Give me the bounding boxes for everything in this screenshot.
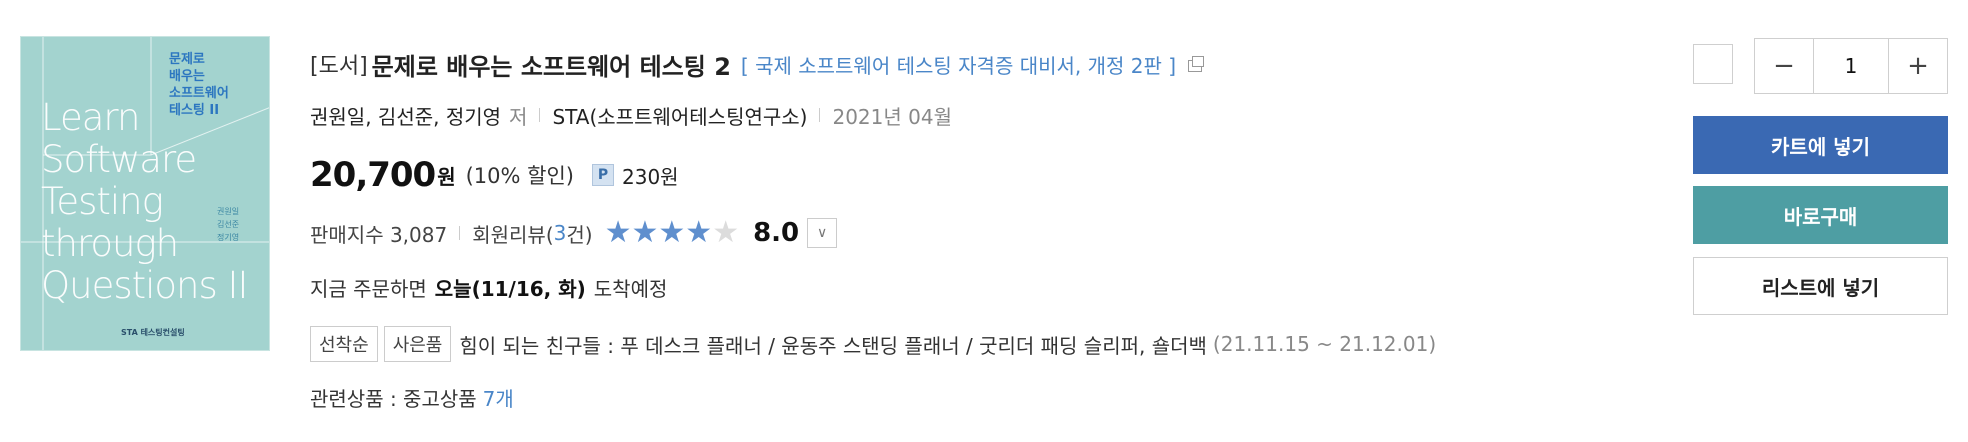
used-products-link[interactable]: 7개 — [483, 383, 514, 412]
sales-index: 판매지수 3,087 — [310, 222, 448, 247]
delivery-prefix: 지금 주문하면 — [310, 276, 427, 301]
qty-input[interactable]: 1 — [1813, 39, 1889, 93]
event-tag: 선착순 — [310, 326, 378, 362]
product-subtitle: [ 국제 소프트웨어 테스팅 자격증 대비서, 개정 2판 ] — [740, 53, 1177, 78]
discount-rate: (10% 할인) — [465, 164, 574, 188]
chevron-down-icon: ∨ — [817, 225, 828, 241]
event-row: 선착순 사은품 힘이 되는 친구들 : 푸 데스크 플래너 / 윤동주 스탠딩 … — [310, 326, 1436, 362]
price-row: 20,700 원 (10% 할인) P 230원 — [310, 152, 679, 198]
cover-author: 권원일 — [217, 207, 240, 216]
publisher-link[interactable]: STA(소프트웨어테스팅연구소) — [552, 101, 807, 130]
cover-english-title: Learn Software Testing through Questions… — [41, 96, 248, 307]
publication-date: 2021년 04월 — [832, 104, 952, 129]
cover-en-line: Questions II — [41, 264, 248, 307]
star-filled-icon: ★ — [604, 215, 632, 250]
title-row: [도서] 문제로 배우는 소프트웨어 테스팅 2 [ 국제 소프트웨어 테스팅 … — [310, 47, 1205, 82]
divider — [459, 226, 461, 240]
event-tag: 사은품 — [383, 326, 452, 362]
rating-dropdown-button[interactable]: ∨ — [807, 218, 838, 248]
cover-publisher-logo: STA 테스팅컨설팅 — [121, 328, 185, 337]
rating-score: 8.0 — [753, 218, 800, 248]
divider — [819, 108, 821, 122]
cover-kr-line: 배우는 — [169, 69, 205, 84]
point-amount: 230원 — [622, 164, 679, 189]
sales-review-row: 판매지수 3,087 회원리뷰(3 건) ★ ★ ★ ★ ★ 8.0 ∨ — [310, 216, 838, 250]
select-checkbox[interactable] — [1693, 44, 1733, 84]
divider — [539, 108, 541, 122]
cover-en-line: Software — [41, 138, 197, 181]
author-row: 권원일, 김선준, 정기영 저 STA(소프트웨어테스팅연구소) 2021년 0… — [310, 100, 952, 130]
sale-price: 20,700 — [310, 155, 436, 195]
point-icon: P — [592, 164, 614, 186]
qty-increase-button[interactable]: + — [1889, 39, 1947, 93]
author-suffix: 저 — [509, 104, 528, 129]
rating-stars: ★ ★ ★ ★ ★ — [605, 218, 740, 248]
add-to-cart-button[interactable]: 카트에 넣기 — [1693, 116, 1948, 174]
related-row: 관련상품 : 중고상품 7개 — [310, 382, 514, 412]
qty-decrease-button[interactable]: − — [1755, 39, 1813, 93]
add-to-list-button[interactable]: 리스트에 넣기 — [1693, 257, 1948, 315]
cover-kr-line: 문제로 — [169, 52, 205, 67]
review-label: 회원리뷰( — [472, 222, 554, 247]
new-window-icon[interactable] — [1188, 56, 1205, 72]
quantity-stepper: − 1 + — [1754, 38, 1948, 94]
cover-en-line: Learn — [41, 96, 140, 139]
delivery-date: 오늘(11/16, 화) — [434, 276, 586, 301]
price-unit: 원 — [437, 164, 456, 189]
related-label: 관련상품 : 중고상품 — [310, 386, 477, 411]
star-filled-icon: ★ — [658, 215, 686, 250]
review-count-link[interactable]: 3 — [554, 221, 567, 245]
event-link[interactable]: 힘이 되는 친구들 : 푸 데스크 플래너 / 윤동주 스탠딩 플래너 / 굿리… — [459, 330, 1207, 359]
delivery-row: 지금 주문하면 오늘(11/16, 화) 도착예정 — [310, 272, 667, 302]
cover-author: 정기영 — [217, 233, 240, 242]
cover-authors: 권원일 김선준 정기영 — [217, 205, 239, 244]
book-cover-image[interactable]: 문제로 배우는 소프트웨어 테스팅 II Learn Software Test… — [20, 36, 270, 351]
product-category: [도서] — [310, 54, 368, 79]
delivery-suffix: 도착예정 — [593, 276, 668, 301]
star-empty-icon: ★ — [712, 215, 740, 250]
product-title[interactable]: 문제로 배우는 소프트웨어 테스팅 2 — [372, 47, 731, 82]
star-filled-icon: ★ — [631, 215, 659, 250]
review-suffix: 건) — [566, 222, 593, 247]
author-link[interactable]: 권원일, 김선준, 정기영 — [310, 101, 501, 130]
buy-now-button[interactable]: 바로구매 — [1693, 186, 1948, 244]
cover-author: 김선준 — [217, 220, 240, 229]
event-period: (21.11.15 ~ 21.12.01) — [1212, 332, 1437, 356]
star-filled-icon: ★ — [685, 215, 713, 250]
